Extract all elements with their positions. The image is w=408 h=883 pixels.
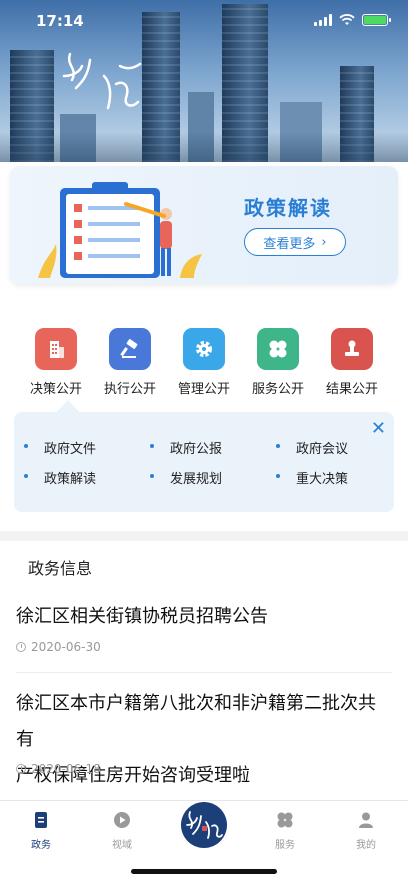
view-more-label: 查看更多: [263, 236, 316, 252]
clipboard-illustration: [38, 182, 202, 278]
category-label: 管理公开: [177, 382, 230, 397]
category-result[interactable]: 结果公开: [315, 326, 389, 397]
panel-item-gov-meetings[interactable]: 政府会议: [275, 438, 348, 457]
category-management[interactable]: 管理公开: [167, 326, 241, 397]
chevron-right-icon: ›: [321, 234, 327, 250]
close-icon[interactable]: ✕: [371, 418, 386, 439]
panel-item-policy-interpretation[interactable]: 政策解读: [23, 468, 96, 487]
category-decision[interactable]: 决策公开: [19, 326, 93, 397]
section-divider: [0, 531, 408, 541]
decision-subpanel: ✕ 政府文件 政府公报 政府会议 政策解读 发展规划 重大决策: [14, 412, 394, 512]
category-label: 服务公开: [251, 382, 304, 397]
gavel-icon: [109, 328, 151, 370]
building-icon: [35, 328, 77, 370]
news-title[interactable]: 徐汇区相关街镇协税员招聘公告: [16, 599, 392, 635]
play-icon: [114, 812, 130, 828]
news-date-text: 2020-06-18: [31, 762, 101, 776]
tab-label: 我的: [356, 840, 376, 851]
policy-interpretation-banner[interactable]: 政策解读 查看更多 ›: [10, 166, 398, 284]
category-label: 执行公开: [103, 382, 156, 397]
gear-icon: [183, 328, 225, 370]
panel-item-gov-gazette[interactable]: 政府公报: [149, 438, 222, 457]
tab-government-affairs[interactable]: 政务: [11, 811, 71, 851]
section-title: 政务信息: [28, 559, 93, 578]
home-indicator: [131, 869, 277, 874]
banner-title: 政策解读: [244, 196, 332, 220]
panel-item-major-decisions[interactable]: 重大决策: [275, 468, 348, 487]
clock-icon: [16, 642, 26, 652]
stamp-icon: [331, 328, 373, 370]
clover-icon: [257, 328, 299, 370]
status-time: 17:14: [36, 12, 84, 30]
category-label: 决策公开: [29, 382, 82, 397]
panel-item-gov-documents[interactable]: 政府文件: [23, 438, 96, 457]
home-logo-button[interactable]: [181, 802, 227, 848]
clover-icon: [277, 812, 293, 828]
user-icon: [359, 812, 373, 828]
tab-services[interactable]: 服务: [255, 811, 315, 851]
signal-icon: [314, 14, 332, 26]
news-title[interactable]: 徐汇区本市户籍第八批次和非沪籍第二批次共有 产权保障住房开始咨询受理啦: [16, 686, 392, 794]
disclosure-categories: 决策公开 执行公开 管理公开 服务公开 结果公开: [0, 326, 408, 397]
view-more-button[interactable]: 查看更多 ›: [244, 228, 346, 256]
tab-label: 视域: [112, 840, 132, 851]
news-date: 2020-06-30: [16, 640, 101, 654]
app-screen: 17:14 政策解读 查看更多 › 决策公开 执行公开 管理公开 服务公开 结果…: [0, 0, 408, 883]
news-divider: [16, 672, 392, 673]
clock-icon: [16, 764, 26, 774]
tab-label: 服务: [275, 840, 295, 851]
battery-icon: [362, 14, 391, 26]
tab-label: 政务: [31, 840, 51, 851]
xuhui-logo-icon: [186, 811, 223, 839]
category-execution[interactable]: 执行公开: [93, 326, 167, 397]
category-service[interactable]: 服务公开: [241, 326, 315, 397]
category-label: 结果公开: [325, 382, 378, 397]
news-date: 2020-06-18: [16, 762, 101, 776]
document-icon: [35, 812, 47, 828]
tab-me[interactable]: 我的: [336, 811, 396, 851]
status-bar: 17:14: [0, 0, 408, 44]
panel-item-development-plan[interactable]: 发展规划: [149, 468, 222, 487]
tab-video[interactable]: 视域: [92, 811, 152, 851]
xuhui-logo: [58, 46, 148, 120]
news-title-line: 徐汇区本市户籍第八批次和非沪籍第二批次共有: [16, 693, 376, 750]
wifi-icon: [339, 14, 355, 25]
news-date-text: 2020-06-30: [31, 640, 101, 654]
